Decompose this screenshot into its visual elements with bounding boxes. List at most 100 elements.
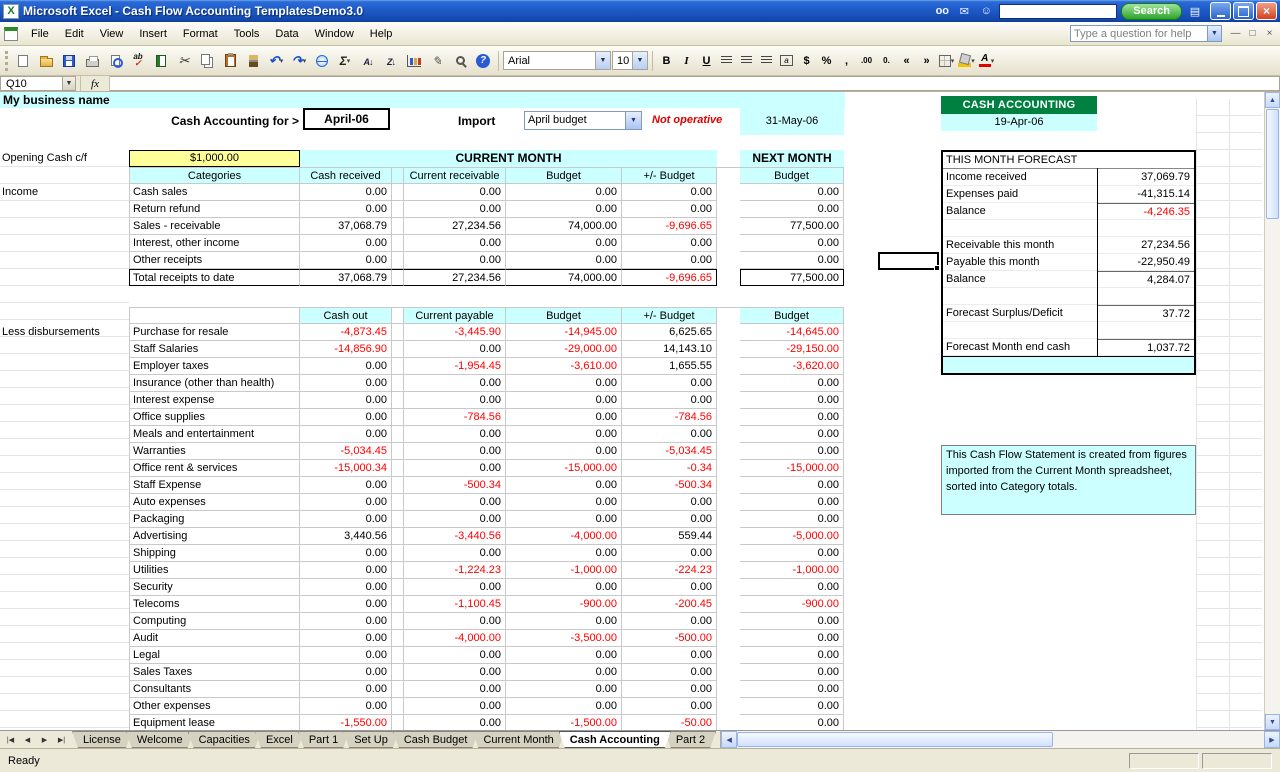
value-cell[interactable]: 0.00	[740, 545, 844, 562]
value-cell[interactable]: 0.00	[506, 613, 622, 630]
value-cell[interactable]	[392, 630, 404, 647]
value-cell[interactable]: -0.34	[622, 460, 717, 477]
value-cell[interactable]: 0.00	[404, 184, 506, 201]
name-box[interactable]: Q10 ▼	[0, 76, 76, 91]
category-cell[interactable]: Audit	[129, 630, 300, 647]
close-workbook-button[interactable]: ×	[1261, 26, 1278, 42]
value-cell[interactable]: 0.00	[404, 494, 506, 511]
binoculars-icon[interactable]: oo	[933, 3, 951, 19]
category-cell[interactable]: Sales Taxes	[129, 664, 300, 681]
category-cell[interactable]: Interest expense	[129, 392, 300, 409]
value-cell[interactable]: 37,068.79	[300, 269, 392, 286]
value-cell[interactable]: 0.00	[300, 545, 392, 562]
value-cell[interactable]: 0.00	[622, 494, 717, 511]
cut-icon[interactable]	[173, 50, 195, 72]
category-cell[interactable]: Equipment lease	[129, 715, 300, 730]
value-cell[interactable]	[717, 252, 740, 269]
value-cell[interactable]: -3,440.56	[404, 528, 506, 545]
value-cell[interactable]: 0.00	[740, 235, 844, 252]
value-cell[interactable]	[392, 358, 404, 375]
increase-indent-icon[interactable]: »	[917, 51, 936, 71]
research-icon[interactable]	[150, 50, 172, 72]
value-cell[interactable]: 0.00	[506, 235, 622, 252]
value-cell[interactable]	[392, 579, 404, 596]
value-cell[interactable]: 0.00	[740, 613, 844, 630]
category-cell[interactable]: Auto expenses	[129, 494, 300, 511]
value-cell[interactable]: -1,000.00	[506, 562, 622, 579]
underline-icon[interactable]: U	[697, 51, 716, 71]
scroll-up-icon[interactable]: ▲	[1265, 92, 1280, 108]
value-cell[interactable]: -4,000.00	[404, 630, 506, 647]
value-cell[interactable]: 0.00	[404, 613, 506, 630]
value-cell[interactable]: 0.00	[622, 511, 717, 528]
value-cell[interactable]	[392, 494, 404, 511]
menu-tools[interactable]: Tools	[226, 25, 268, 43]
paste-icon[interactable]	[219, 50, 241, 72]
bold-icon[interactable]: B	[657, 51, 676, 71]
category-cell[interactable]: Security	[129, 579, 300, 596]
value-cell[interactable]	[717, 324, 740, 341]
scroll-right-icon[interactable]: ▶	[1264, 731, 1280, 748]
value-cell[interactable]: 0.00	[300, 426, 392, 443]
value-cell[interactable]: 0.00	[506, 443, 622, 460]
italic-icon[interactable]: I	[677, 51, 696, 71]
category-cell[interactable]: Other receipts	[129, 252, 300, 269]
scroll-left-icon[interactable]: ◀	[721, 731, 737, 748]
category-cell[interactable]: Staff Expense	[129, 477, 300, 494]
value-cell[interactable]	[392, 460, 404, 477]
value-cell[interactable]	[392, 477, 404, 494]
value-cell[interactable]: 0.00	[740, 201, 844, 218]
vertical-scroll-thumb[interactable]	[1266, 109, 1279, 219]
copy-icon[interactable]	[196, 50, 218, 72]
pages-icon[interactable]: ▤	[1186, 3, 1204, 19]
scroll-down-icon[interactable]: ▼	[1265, 714, 1280, 730]
forecast-row-value[interactable]: -41,315.14	[1097, 186, 1194, 202]
value-cell[interactable]	[392, 324, 404, 341]
value-cell[interactable]: 0.00	[300, 562, 392, 579]
value-cell[interactable]	[717, 681, 740, 698]
value-cell[interactable]: 0.00	[622, 664, 717, 681]
value-cell[interactable]: 1,655.55	[622, 358, 717, 375]
value-cell[interactable]: 0.00	[506, 252, 622, 269]
undo-icon[interactable]: ▾	[265, 50, 287, 72]
value-cell[interactable]: 0.00	[404, 579, 506, 596]
category-cell[interactable]: Employer taxes	[129, 358, 300, 375]
value-cell[interactable]	[717, 184, 740, 201]
value-cell[interactable]	[717, 409, 740, 426]
value-cell[interactable]: 0.00	[404, 201, 506, 218]
value-cell[interactable]: 0.00	[506, 664, 622, 681]
sheet-tab-cash-budget[interactable]: Cash Budget	[393, 731, 479, 748]
value-cell[interactable]: 77,500.00	[740, 218, 844, 235]
value-cell[interactable]: 0.00	[622, 647, 717, 664]
fill-color-icon[interactable]: ▾	[957, 51, 976, 71]
close-button[interactable]: ×	[1256, 2, 1277, 20]
value-cell[interactable]: 0.00	[740, 494, 844, 511]
category-cell[interactable]: Sales - receivable	[129, 218, 300, 235]
value-cell[interactable]: 0.00	[300, 630, 392, 647]
forecast-row-value[interactable]: -4,246.35	[1097, 203, 1194, 219]
comma-icon[interactable]: ,	[837, 51, 856, 71]
value-cell[interactable]	[717, 443, 740, 460]
value-cell[interactable]: -5,034.45	[300, 443, 392, 460]
value-cell[interactable]: 0.00	[300, 698, 392, 715]
value-cell[interactable]: 0.00	[300, 681, 392, 698]
value-cell[interactable]: -500.00	[622, 630, 717, 647]
value-cell[interactable]: 0.00	[300, 252, 392, 269]
value-cell[interactable]: -15,000.34	[300, 460, 392, 477]
value-cell[interactable]	[717, 664, 740, 681]
value-cell[interactable]: 0.00	[300, 184, 392, 201]
value-cell[interactable]	[717, 358, 740, 375]
value-cell[interactable]	[717, 715, 740, 730]
period-cell[interactable]: April-06	[303, 108, 390, 130]
category-cell[interactable]: Other expenses	[129, 698, 300, 715]
value-cell[interactable]: 0.00	[506, 698, 622, 715]
value-cell[interactable]: 0.00	[740, 698, 844, 715]
value-cell[interactable]: 0.00	[740, 477, 844, 494]
value-cell[interactable]: -1,000.00	[740, 562, 844, 579]
value-cell[interactable]	[717, 426, 740, 443]
value-cell[interactable]: 0.00	[506, 409, 622, 426]
value-cell[interactable]	[717, 494, 740, 511]
value-cell[interactable]: -784.56	[404, 409, 506, 426]
value-cell[interactable]: -200.45	[622, 596, 717, 613]
value-cell[interactable]: 0.00	[506, 184, 622, 201]
